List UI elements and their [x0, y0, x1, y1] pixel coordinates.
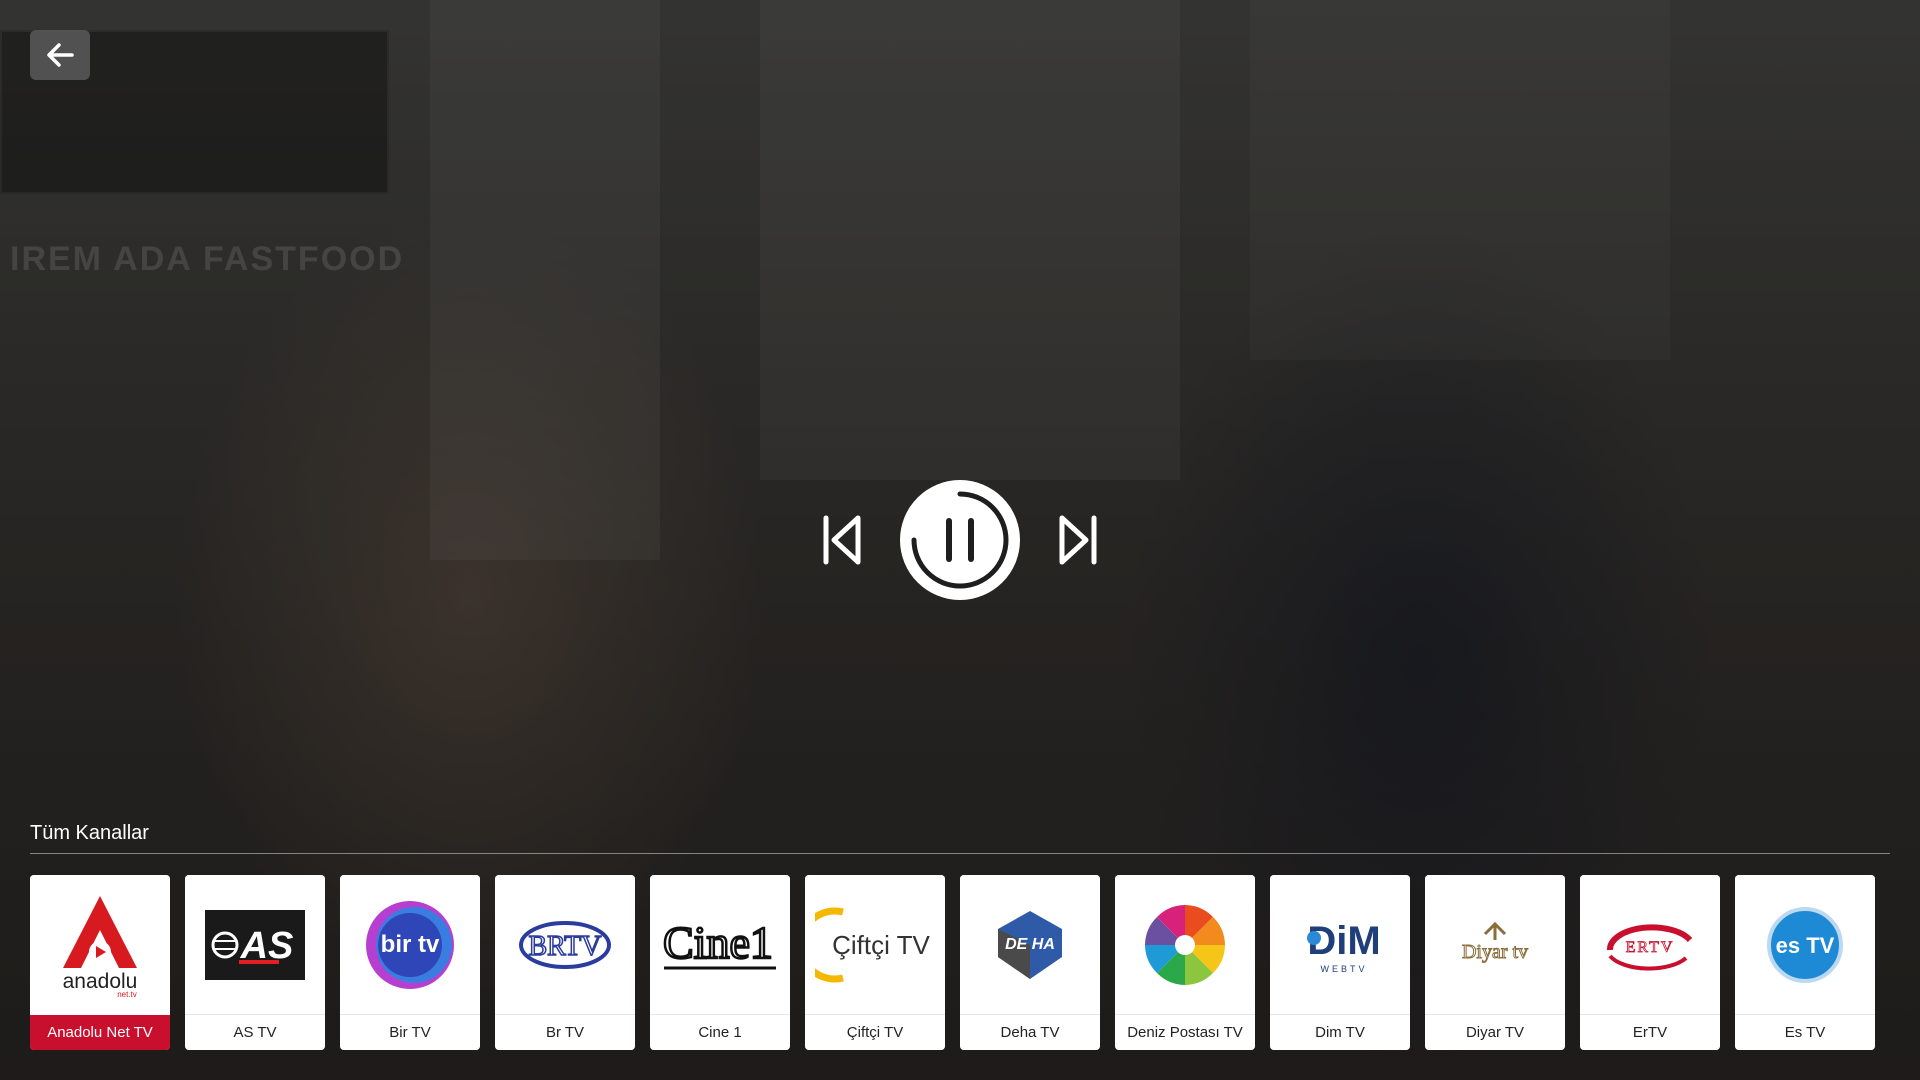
svg-text:DE HA: DE HA [1005, 936, 1055, 953]
channel-name: Bir TV [340, 1014, 480, 1050]
svg-text:net.tv: net.tv [117, 990, 137, 999]
channel-logo: Diyar tv [1425, 875, 1565, 1015]
channel-card-as-tv[interactable]: AS AS TV [185, 875, 325, 1050]
channel-card-cine-1[interactable]: Cine1 Cine 1 [650, 875, 790, 1050]
pause-icon [900, 480, 1020, 600]
channel-card-deniz-postasi-tv[interactable]: Deniz Postası TV [1115, 875, 1255, 1050]
channel-logo: bir tv [340, 875, 480, 1015]
skip-previous-icon [823, 515, 861, 565]
svg-text:ERTV: ERTV [1626, 939, 1675, 956]
play-pause-button[interactable] [900, 480, 1020, 600]
channel-logo: Cine1 [650, 875, 790, 1015]
bir-tv-logo-icon: bir tv [366, 901, 454, 989]
back-button[interactable] [30, 30, 90, 80]
playback-controls [820, 480, 1100, 600]
anadolu-logo-icon: anadolu net.tv [63, 896, 137, 999]
cine-1-logo-icon: Cine1 [662, 916, 776, 970]
channel-name: Deha TV [960, 1014, 1100, 1050]
channel-logo: DE HA [960, 875, 1100, 1015]
svg-text:WEBTV: WEBTV [1320, 964, 1367, 974]
channel-logo: es TV [1735, 875, 1875, 1015]
channel-logo: BRTV [495, 875, 635, 1015]
channel-logo: ERTV [1580, 875, 1720, 1015]
channel-logo: DiM WEBTV [1270, 875, 1410, 1015]
channel-name: Diyar TV [1425, 1014, 1565, 1050]
br-tv-logo-icon: BRTV [519, 921, 611, 969]
svg-text:Çiftçi TV: Çiftçi TV [832, 930, 930, 960]
deniz-postasi-logo-icon [1145, 905, 1225, 985]
previous-button[interactable] [820, 512, 864, 568]
channel-card-anadolu-net-tv[interactable]: anadolu net.tv Anadolu Net TV [30, 875, 170, 1050]
channel-name: Deniz Postası TV [1115, 1014, 1255, 1050]
svg-text:Diyar tv: Diyar tv [1462, 941, 1528, 963]
svg-text:BRTV: BRTV [529, 931, 602, 962]
channel-name: Cine 1 [650, 1014, 790, 1050]
channel-name: Anadolu Net TV [30, 1015, 170, 1050]
channel-name: Dim TV [1270, 1014, 1410, 1050]
channel-card-br-tv[interactable]: BRTV Br TV [495, 875, 635, 1050]
svg-text:bir tv: bir tv [381, 931, 440, 958]
channel-name: Es TV [1735, 1014, 1875, 1050]
deha-tv-logo-icon: DE HA [998, 911, 1062, 979]
skip-next-icon [1059, 515, 1097, 565]
channel-logo: anadolu net.tv [30, 875, 170, 1015]
channel-card-deha-tv[interactable]: DE HA Deha TV [960, 875, 1100, 1050]
es-tv-logo-icon: es TV [1767, 907, 1843, 983]
channel-logo [1115, 875, 1255, 1015]
ertv-logo-icon: ERTV [1607, 924, 1693, 971]
channel-card-dim-tv[interactable]: DiM WEBTV Dim TV [1270, 875, 1410, 1050]
channel-logo: AS [185, 875, 325, 1015]
channel-card-bir-tv[interactable]: bir tv Bir TV [340, 875, 480, 1050]
channel-name: AS TV [185, 1014, 325, 1050]
channel-name: Çiftçi TV [805, 1014, 945, 1050]
next-button[interactable] [1056, 512, 1100, 568]
channel-card-diyar-tv[interactable]: Diyar tv Diyar TV [1425, 875, 1565, 1050]
svg-text:Cine1: Cine1 [663, 917, 773, 968]
divider [30, 853, 1890, 854]
channel-name: ErTV [1580, 1014, 1720, 1050]
svg-text:es TV: es TV [1776, 933, 1835, 958]
as-tv-logo-icon: AS [205, 910, 305, 980]
channel-card-ciftci-tv[interactable]: Çiftçi TV Çiftçi TV [805, 875, 945, 1050]
diyar-tv-logo-icon: Diyar tv [1461, 921, 1529, 964]
dim-tv-logo-icon: DiM WEBTV [1307, 919, 1381, 974]
ciftci-tv-logo-icon: Çiftçi TV [815, 907, 931, 983]
channel-card-es-tv[interactable]: es TV Es TV [1735, 875, 1875, 1050]
channel-card-ertv[interactable]: ERTV ErTV [1580, 875, 1720, 1050]
channel-strip-title: Tüm Kanallar [30, 822, 149, 844]
arrow-left-icon [47, 43, 74, 67]
channel-name: Br TV [495, 1014, 635, 1050]
channel-logo: Çiftçi TV [805, 875, 945, 1015]
channel-list: anadolu net.tv Anadolu Net TV AS AS TV b… [30, 875, 1890, 1050]
